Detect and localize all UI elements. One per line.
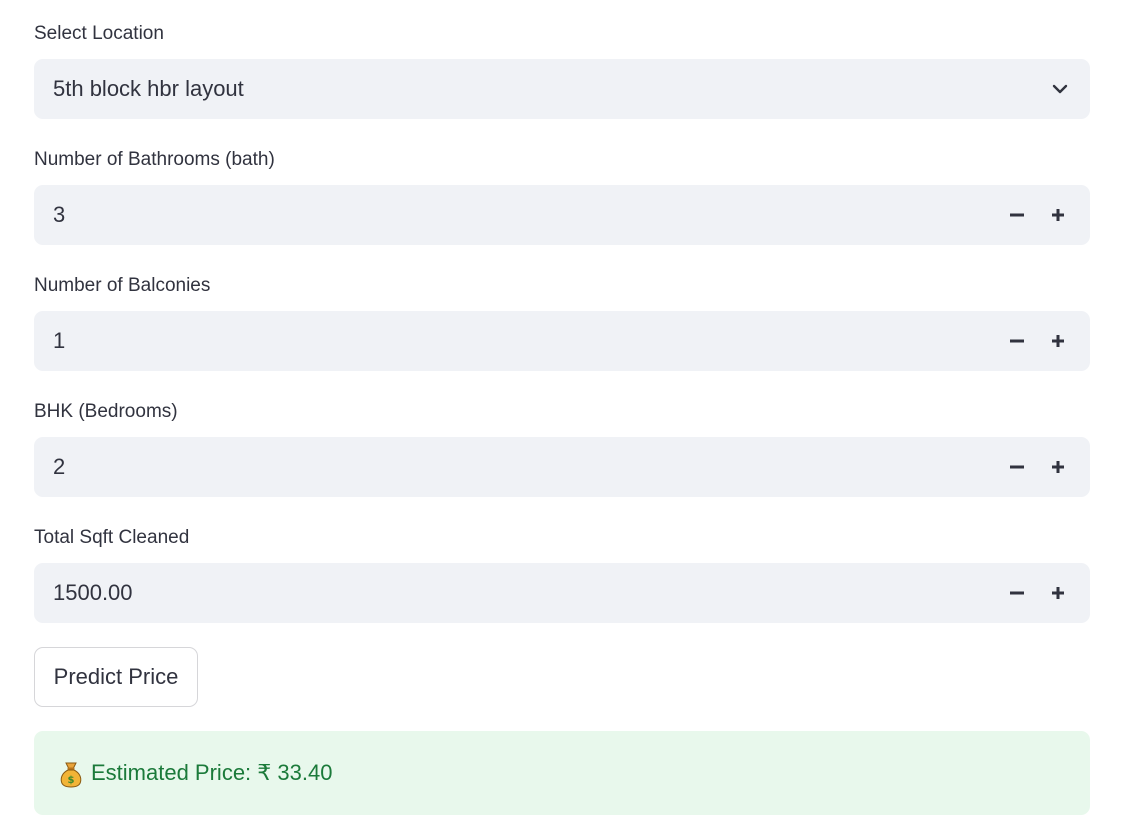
predict-price-button[interactable]: Predict Price — [34, 647, 198, 707]
plus-icon[interactable] — [1038, 447, 1078, 487]
balconies-field: Number of Balconies 1 — [34, 274, 1090, 371]
money-bag-icon: $ — [59, 760, 83, 788]
prediction-form: Select Location 5th block hbr layout Num… — [0, 0, 1141, 822]
bhk-input[interactable]: 2 — [34, 437, 1090, 497]
balconies-input[interactable]: 1 — [34, 311, 1090, 371]
sqft-value: 1500.00 — [53, 580, 133, 605]
bhk-label: BHK (Bedrooms) — [34, 401, 178, 422]
bhk-field: BHK (Bedrooms) 2 — [34, 400, 1090, 497]
chevron-down-icon[interactable] — [1050, 79, 1070, 99]
estimated-price-text: Estimated Price: ₹ 33.40 — [91, 760, 333, 785]
balconies-label: Number of Balconies — [34, 275, 211, 296]
sqft-label: Total Sqft Cleaned — [34, 527, 190, 548]
minus-icon[interactable] — [997, 447, 1037, 487]
minus-icon[interactable] — [997, 321, 1037, 361]
location-field: Select Location 5th block hbr layout — [34, 22, 1090, 119]
location-label: Select Location — [34, 23, 164, 44]
sqft-input[interactable]: 1500.00 — [34, 563, 1090, 623]
estimated-price-alert: $ Estimated Price: ₹ 33.40 — [34, 731, 1090, 815]
sqft-field: Total Sqft Cleaned 1500.00 — [34, 526, 1090, 623]
plus-icon[interactable] — [1038, 195, 1078, 235]
bathrooms-field: Number of Bathrooms (bath) 3 — [34, 148, 1090, 245]
bhk-value: 2 — [53, 454, 66, 479]
plus-icon[interactable] — [1038, 573, 1078, 613]
location-selected-value: 5th block hbr layout — [53, 76, 244, 101]
minus-icon[interactable] — [997, 195, 1037, 235]
bathrooms-value: 3 — [53, 202, 66, 227]
location-select[interactable]: 5th block hbr layout — [34, 59, 1090, 119]
bathrooms-label: Number of Bathrooms (bath) — [34, 149, 275, 170]
minus-icon[interactable] — [997, 573, 1037, 613]
plus-icon[interactable] — [1038, 321, 1078, 361]
svg-text:$: $ — [68, 775, 75, 786]
bathrooms-input[interactable]: 3 — [34, 185, 1090, 245]
balconies-value: 1 — [53, 328, 66, 353]
